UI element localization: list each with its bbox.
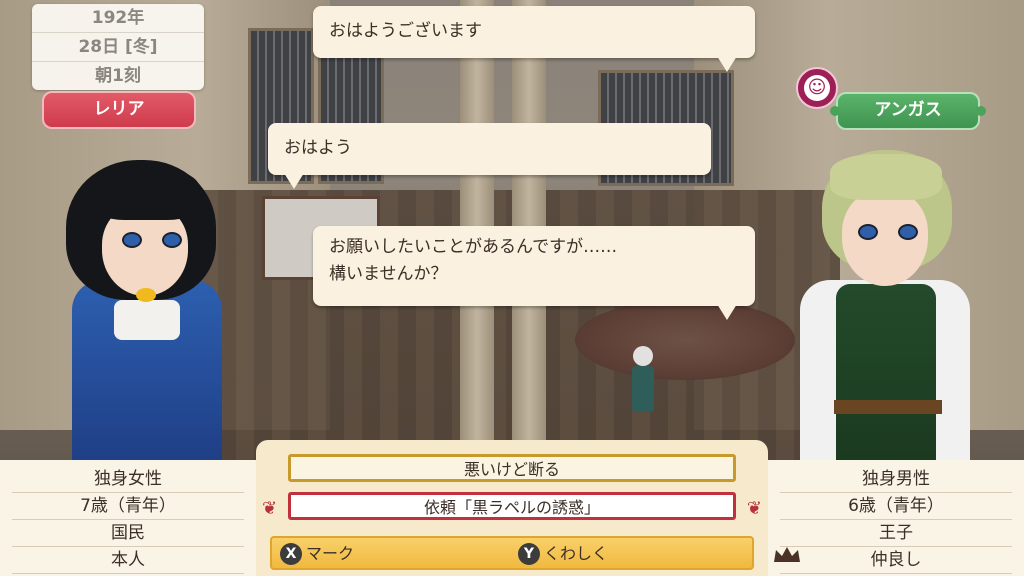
smile-icon: ☺ <box>796 67 838 109</box>
choice-panel: 悪いけど断る ❦ 依頼「黒ラペルの誘惑」 ❦ X マーク Y くわしく <box>256 440 768 576</box>
crown-icon <box>774 547 800 562</box>
day-season-text: 28日 [冬] <box>32 33 204 62</box>
date-display: 192年 28日 [冬] 朝1刻 <box>32 4 204 90</box>
mark-button[interactable]: X マーク <box>280 542 354 566</box>
player-character-sprite <box>628 346 658 416</box>
info-row-relation: 本人 <box>12 547 244 574</box>
dialogue-text: おはよう <box>284 138 352 158</box>
year-text: 192年 <box>32 4 204 33</box>
decline-option[interactable]: 悪いけど断る <box>288 454 736 482</box>
left-character-info-panel: 独身女性 7歳（青年） 国民 本人 <box>0 460 256 576</box>
info-row-status: 独身女性 <box>12 466 244 493</box>
speech-bubble-2: おはよう <box>268 123 711 189</box>
mark-label: マーク <box>306 544 355 563</box>
right-character-info-panel: 独身男性 6歳（青年） 王子 仲良し <box>768 460 1024 576</box>
left-character-portrait <box>62 160 252 460</box>
info-row-role: 王子 <box>780 520 1012 547</box>
info-row-relation: 仲良し <box>780 547 1012 574</box>
info-row-role: 国民 <box>12 520 244 547</box>
ornament-icon: ❦ <box>746 498 762 519</box>
details-label: くわしく <box>544 544 609 563</box>
details-button[interactable]: Y くわしく <box>518 542 608 566</box>
ornament-icon: ❦ <box>262 498 278 519</box>
speech-bubble-1: おはようございます <box>313 6 755 72</box>
time-of-day-text: 朝1刻 <box>95 66 141 86</box>
speech-bubble-3: お願いしたいことがあるんですが…… 構いませんか？ <box>313 226 755 320</box>
rug <box>575 300 795 380</box>
x-button-icon: X <box>280 543 302 565</box>
info-row-age: 7歳（青年） <box>12 493 244 520</box>
right-character-name-tag: アンガス <box>830 92 986 130</box>
info-row-status: 独身男性 <box>780 466 1012 493</box>
dialogue-text: お願いしたいことがあるんですが…… <box>329 237 618 257</box>
dialogue-text: おはようございます <box>329 21 482 41</box>
y-button-icon: Y <box>518 543 540 565</box>
left-character-name-tag: レリア <box>42 91 196 129</box>
button-hint-bar: X マーク Y くわしく <box>270 536 754 570</box>
right-character-portrait <box>800 150 980 460</box>
info-row-age: 6歳（青年） <box>780 493 1012 520</box>
request-option[interactable]: 依頼「黒ラペルの誘惑」 <box>288 492 736 520</box>
dialogue-text: 構いませんか？ <box>329 264 448 285</box>
